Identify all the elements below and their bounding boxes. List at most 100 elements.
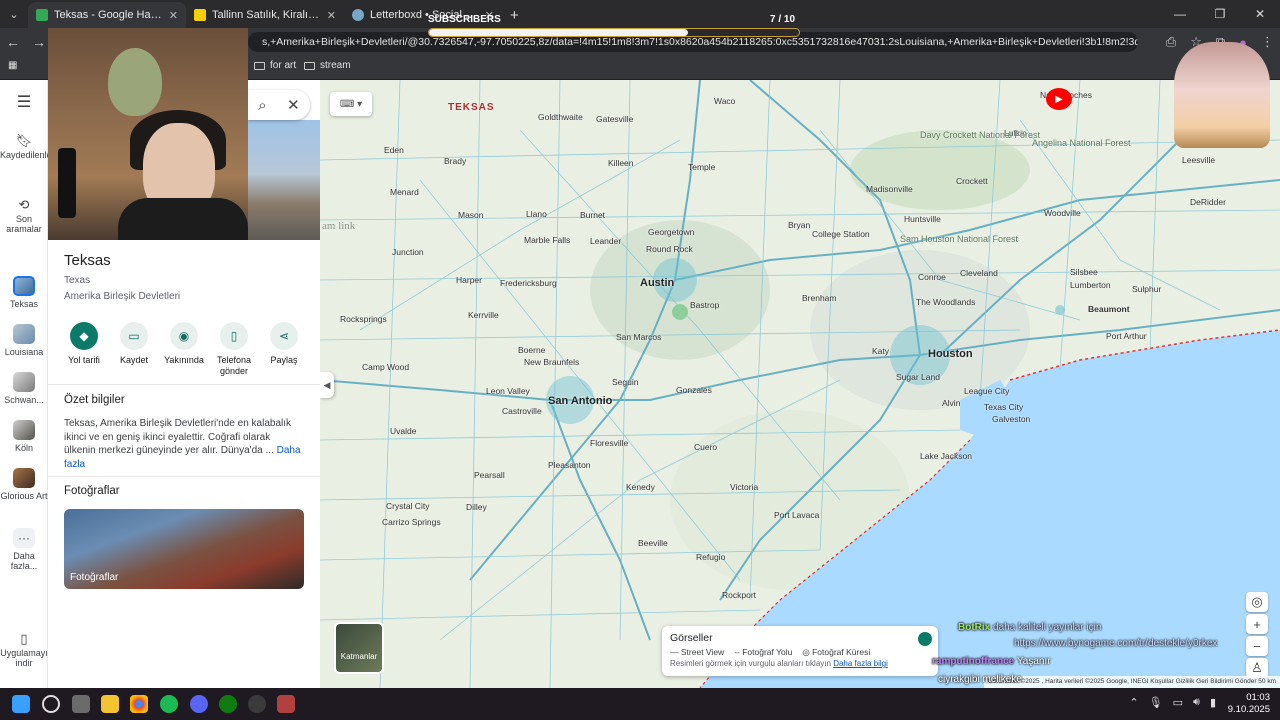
city-label[interactable]: Rocksprings: [340, 314, 387, 324]
city-label[interactable]: Huntsville: [904, 214, 941, 224]
city-label[interactable]: Kenedy: [626, 482, 655, 492]
city-label[interactable]: Alvin: [942, 398, 960, 408]
city-label[interactable]: Cleveland: [960, 268, 998, 278]
city-label[interactable]: Marble Falls: [524, 235, 570, 245]
city-label[interactable]: Killeen: [608, 158, 634, 168]
install-app-icon[interactable]: ⎙: [1166, 34, 1176, 50]
send-to-phone-button[interactable]: ▯ Telefona gönder: [210, 322, 258, 377]
city-label[interactable]: Brady: [444, 156, 466, 166]
park-label[interactable]: Sam Houston National Forest: [900, 234, 1018, 244]
xbox-icon[interactable]: [219, 695, 237, 713]
city-label[interactable]: Texas City: [984, 402, 1023, 412]
city-label[interactable]: San Marcos: [616, 332, 661, 342]
city-label[interactable]: Leon Valley: [486, 386, 530, 396]
city-label[interactable]: Camp Wood: [362, 362, 409, 372]
city-label[interactable]: Mason: [458, 210, 484, 220]
place-hero-image[interactable]: [248, 120, 320, 240]
city-label[interactable]: Waco: [714, 96, 735, 106]
city-label[interactable]: Crystal City: [386, 501, 429, 511]
city-label[interactable]: Bastrop: [690, 300, 719, 310]
tray-overflow-icon[interactable]: ⌃: [1129, 696, 1138, 709]
city-label[interactable]: Cuero: [694, 442, 717, 452]
city-label[interactable]: Carrizo Springs: [382, 517, 441, 527]
minimize-icon[interactable]: —: [1160, 0, 1200, 28]
city-label[interactable]: Katy: [872, 346, 889, 356]
rail-recent-koln[interactable]: Köln: [0, 420, 48, 453]
rail-recent-louisiana[interactable]: Louisiana: [0, 324, 48, 357]
city-label[interactable]: Floresville: [590, 438, 628, 448]
close-icon[interactable]: ✕: [287, 96, 300, 114]
city-label[interactable]: Uvalde: [390, 426, 416, 436]
city-label[interactable]: Refugio: [696, 552, 725, 562]
rail-recent-teksas[interactable]: Teksas: [0, 276, 48, 309]
pegman-icon[interactable]: ♙: [1246, 658, 1268, 678]
close-tab-icon[interactable]: ✕: [169, 9, 178, 22]
hamburger-menu-icon[interactable]: ☰: [0, 95, 48, 111]
city-label[interactable]: Castroville: [502, 406, 542, 416]
city-label[interactable]: Temple: [688, 162, 715, 172]
search-icon[interactable]: [42, 695, 60, 713]
city-label[interactable]: Menard: [390, 187, 419, 197]
bookmark-folder-for-art[interactable]: for art: [254, 60, 296, 71]
city-label[interactable]: Woodville: [1044, 208, 1081, 218]
city-label[interactable]: Beaumont: [1088, 304, 1130, 314]
tab-emlak[interactable]: Tallinn Satılık, Kiralık Emlak İlanları …: [186, 2, 344, 28]
network-icon[interactable]: ▭: [1173, 696, 1183, 709]
directions-button[interactable]: ◆ Yol tarifi: [60, 322, 108, 377]
imagery-toggle[interactable]: [918, 632, 932, 646]
city-label[interactable]: Gatesville: [596, 114, 633, 124]
imagery-more-link[interactable]: Daha fazla bilgi: [833, 659, 888, 668]
city-label[interactable]: Burnet: [580, 210, 605, 220]
spotify-icon[interactable]: [160, 695, 178, 713]
maximize-icon[interactable]: ❐: [1200, 0, 1240, 28]
city-label[interactable]: The Woodlands: [916, 297, 975, 307]
city-label[interactable]: Eden: [384, 145, 404, 155]
start-icon[interactable]: [12, 695, 30, 713]
bookmark-folder-stream[interactable]: stream: [304, 60, 351, 71]
city-label[interactable]: Pearsall: [474, 470, 505, 480]
city-label[interactable]: Gonzales: [676, 385, 712, 395]
city-label[interactable]: Beeville: [638, 538, 668, 548]
city-label[interactable]: Seguin: [612, 377, 638, 387]
city-label[interactable]: Round Rock: [646, 244, 693, 254]
city-label[interactable]: Houston: [928, 348, 973, 360]
city-label[interactable]: New Braunfels: [524, 357, 579, 367]
chrome-icon[interactable]: [130, 695, 148, 713]
city-label[interactable]: Silsbee: [1070, 267, 1098, 277]
photos-thumbnail[interactable]: Fotoğraflar: [64, 509, 304, 589]
park-label[interactable]: Davy Crockett National Forest: [920, 130, 1040, 140]
share-button[interactable]: ⋖ Paylaş: [260, 322, 308, 377]
map-canvas[interactable]: TEKSAS Waco Austin San Antonio Houston B…: [320, 80, 1280, 688]
city-label[interactable]: Galveston: [992, 414, 1030, 424]
rail-recent-schwan[interactable]: Schwan...: [0, 372, 48, 405]
city-label[interactable]: Conroe: [918, 272, 946, 282]
obs-icon[interactable]: [248, 695, 266, 713]
city-label[interactable]: Goldthwaite: [538, 112, 583, 122]
app-icon[interactable]: [277, 695, 295, 713]
park-label[interactable]: Angelina National Forest: [1032, 138, 1131, 148]
city-label[interactable]: Leesville: [1182, 155, 1215, 165]
city-label[interactable]: Madisonville: [866, 184, 913, 194]
back-icon[interactable]: ←: [0, 34, 26, 50]
city-label[interactable]: Kerrville: [468, 310, 499, 320]
city-label[interactable]: Junction: [392, 247, 424, 257]
city-label[interactable]: Austin: [640, 277, 674, 289]
close-tab-icon[interactable]: ✕: [327, 9, 336, 22]
city-label[interactable]: Port Lavaca: [774, 510, 819, 520]
rail-recent-glorious-art[interactable]: Glorious Art: [0, 468, 48, 501]
tab-search-icon[interactable]: ⌄: [0, 0, 28, 28]
city-label[interactable]: DeRidder: [1190, 197, 1226, 207]
city-label[interactable]: Victoria: [730, 482, 758, 492]
city-label[interactable]: Leander: [590, 236, 621, 246]
search-icon[interactable]: ⌕: [258, 97, 266, 114]
close-window-icon[interactable]: ✕: [1240, 0, 1280, 28]
rail-more[interactable]: ··· Daha fazla...: [0, 528, 48, 571]
city-label[interactable]: Georgetown: [648, 227, 694, 237]
collapse-panel-button[interactable]: ◀: [320, 372, 334, 398]
city-label[interactable]: League City: [964, 386, 1009, 396]
save-button[interactable]: ▭ Kaydet: [110, 322, 158, 377]
clock[interactable]: 01:03 9.10.2025: [1228, 692, 1270, 716]
city-label[interactable]: Pleasanton: [548, 460, 591, 470]
rail-download-app[interactable]: ▯ Uygulamayı indir: [0, 632, 48, 668]
layers-button[interactable]: Katmanlar: [334, 622, 384, 674]
